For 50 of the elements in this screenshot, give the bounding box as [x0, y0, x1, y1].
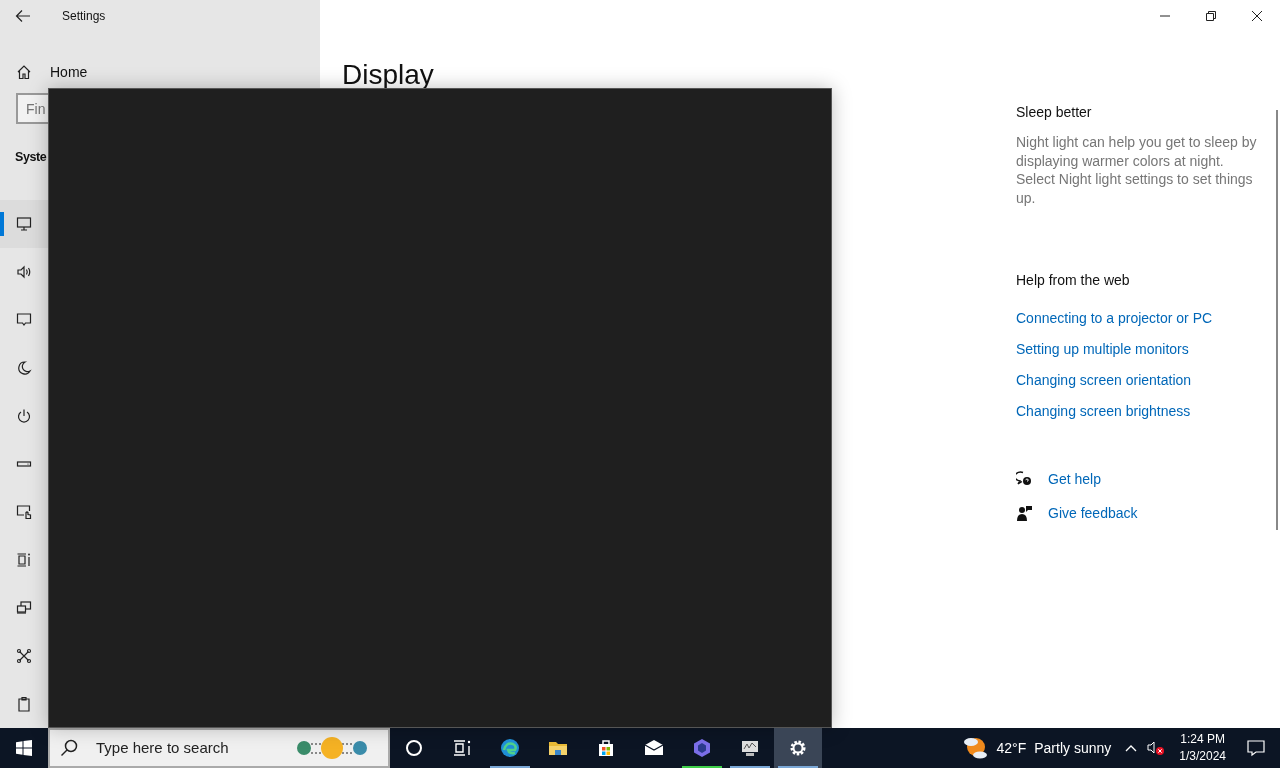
- multitask-icon: [16, 552, 32, 568]
- clipboard-icon: [16, 696, 32, 712]
- home-icon[interactable]: [16, 64, 32, 81]
- network-icon: [16, 648, 32, 664]
- moon-icon: [16, 360, 32, 376]
- home-link[interactable]: Home: [50, 61, 88, 83]
- browser-icon: [500, 738, 520, 758]
- help-link[interactable]: Get help: [1048, 469, 1101, 490]
- windows-logo-icon: [16, 740, 32, 756]
- taskbar-app-button[interactable]: [774, 728, 822, 768]
- hexagon-app-icon: [692, 738, 712, 758]
- partly-sunny-icon: [962, 736, 989, 760]
- help-link[interactable]: Setting up multiple monitors: [1016, 339, 1189, 360]
- monitor-chart-icon: [740, 738, 760, 758]
- speaker-icon: [16, 264, 32, 280]
- close-icon: [1252, 11, 1262, 21]
- muted-speaker-icon[interactable]: [1147, 740, 1166, 756]
- message-icon: [16, 312, 32, 328]
- power-icon: [16, 408, 32, 424]
- person-feedback-icon: [1016, 505, 1032, 522]
- section-heading: Syste: [15, 149, 47, 167]
- clock-time[interactable]: 1:24 PM: [1180, 731, 1225, 748]
- aside-paragraph: Night light can help you get to sleep by displaying warmer colors at night. Select Night light settings to set things up.: [1016, 133, 1258, 207]
- clock-date[interactable]: 1/3/2024: [1179, 748, 1226, 765]
- gear-icon: [788, 738, 808, 758]
- search-field[interactable]: Type here to search: [94, 735, 294, 761]
- tablet-touch-icon: [16, 504, 32, 520]
- store-bag-icon: [596, 738, 616, 758]
- taskbar-search-box[interactable]: Type here to search: [48, 728, 390, 768]
- mail-icon: [644, 738, 664, 758]
- weather-text: Partly sunny: [1034, 738, 1112, 758]
- window-title: Settings: [62, 8, 106, 25]
- back-arrow-icon: [15, 9, 31, 23]
- restore-icon: [1206, 11, 1216, 21]
- help-link[interactable]: Changing screen orientation: [1016, 370, 1192, 391]
- display-icon: [16, 216, 32, 232]
- circle-icon: [404, 738, 424, 758]
- speech-bubble-icon: [1247, 739, 1265, 757]
- devices-icon: [16, 600, 32, 616]
- page-title: Display: [342, 58, 435, 92]
- aside-heading: Sleep better: [1016, 103, 1093, 122]
- chat-question-icon: [1016, 471, 1032, 488]
- help-link[interactable]: Changing screen brightness: [1016, 401, 1191, 422]
- aside-heading: Help from the web: [1016, 271, 1131, 290]
- temperature-text: 42°F: [996, 738, 1027, 758]
- task-view-icon: [452, 738, 472, 758]
- search-icon: [60, 739, 78, 757]
- help-link[interactable]: Give feedback: [1048, 503, 1138, 524]
- chevron-up-icon[interactable]: [1125, 744, 1138, 752]
- help-link[interactable]: Connecting to a projector or PC: [1016, 308, 1213, 329]
